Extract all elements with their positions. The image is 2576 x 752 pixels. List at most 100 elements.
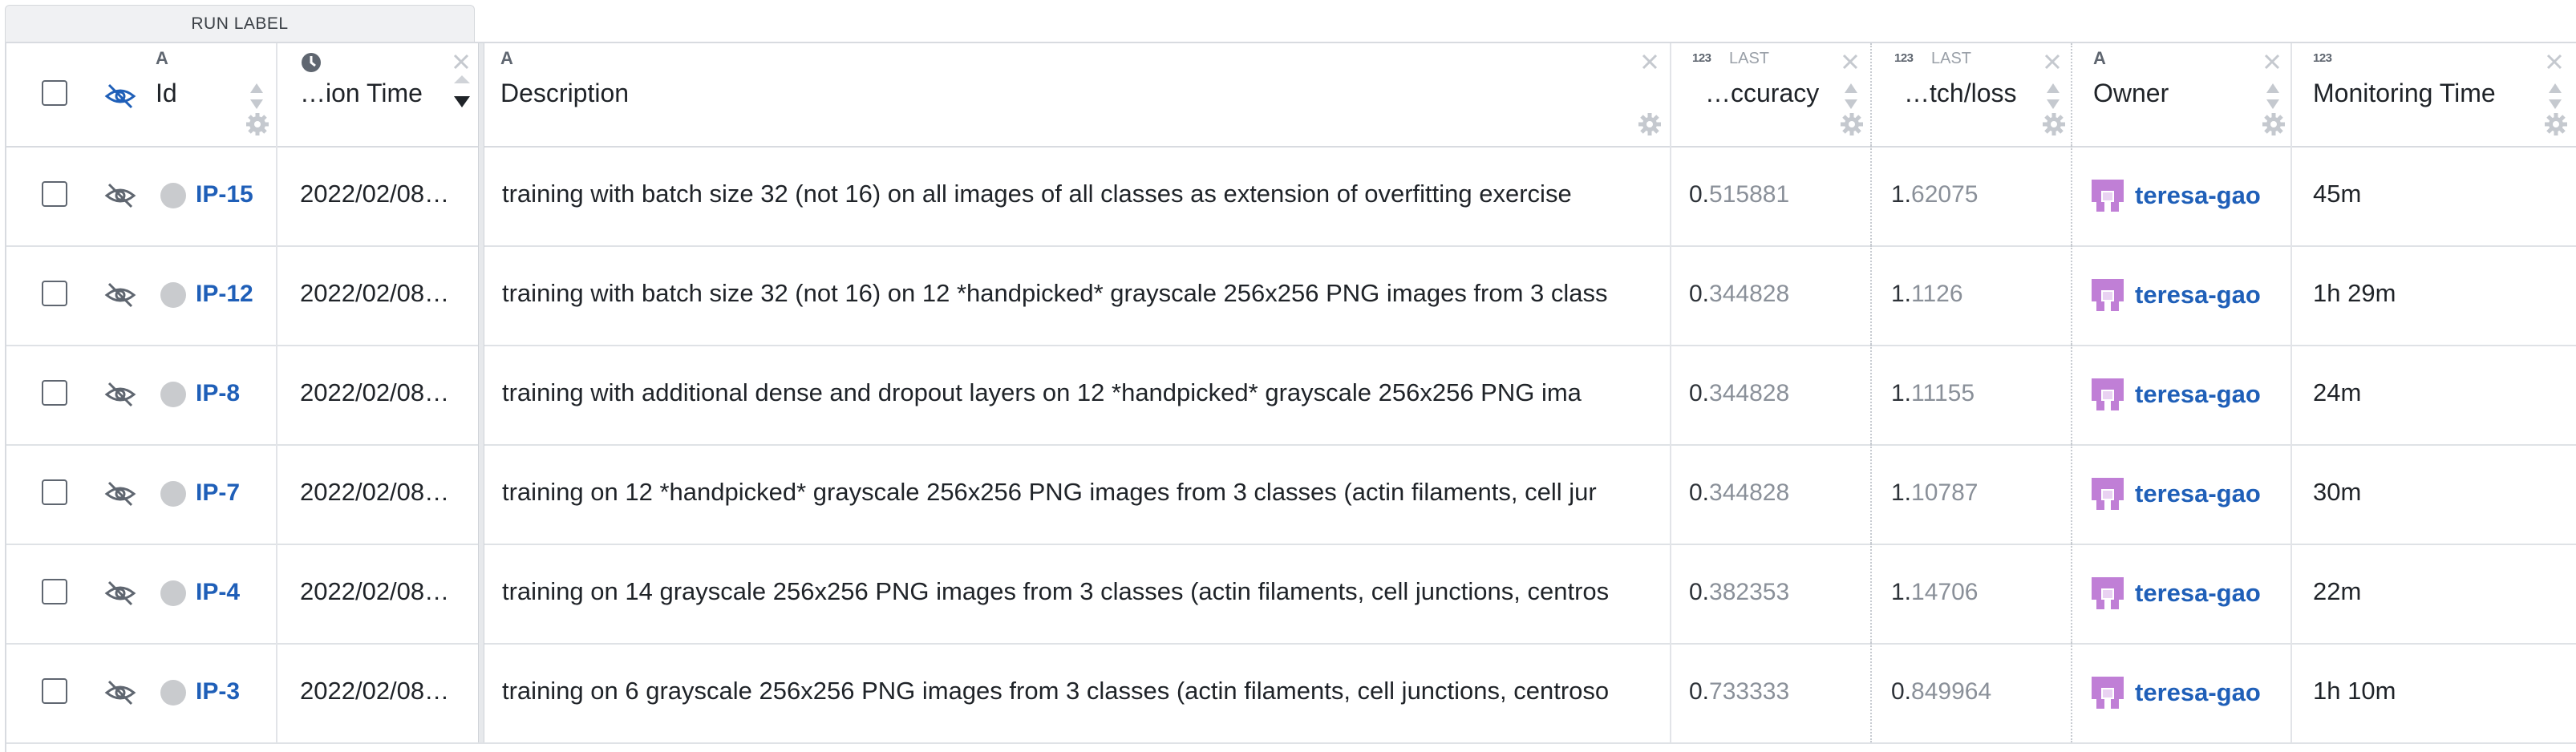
close-column-icon[interactable] [452,53,470,71]
avatar-icon [2092,279,2124,311]
run-id-link[interactable]: IP-4 [196,579,240,606]
gear-icon[interactable] [2544,112,2568,136]
close-column-icon[interactable] [2263,53,2281,71]
column-header-monitoring-time[interactable]: Monitoring Time [2313,79,2496,108]
column-header-accuracy[interactable]: …ccuracy [1705,79,1819,108]
creation-time: 2022/02/08… [300,478,450,506]
sort-arrows-icon[interactable] [2547,82,2563,111]
run-id-link[interactable]: IP-3 [196,678,240,706]
table-row[interactable]: IP-7 2022/02/08… training on 12 *handpic… [6,444,2576,545]
creation-time: 2022/02/08… [300,577,450,605]
column-header-creation-time[interactable]: …ion Time [300,79,423,108]
sort-arrows-icon[interactable] [1843,82,1859,111]
avatar-icon [2092,677,2124,709]
select-all-checkbox[interactable] [42,80,67,106]
close-column-icon[interactable] [1841,53,1859,71]
row-checkbox[interactable] [42,479,67,505]
accuracy-value: 0.344828 [1689,380,1790,406]
batch-loss-value: 0.849964 [1891,678,1992,705]
owner-link[interactable]: teresa-gao [2135,281,2261,309]
accuracy-value: 0.733333 [1689,678,1790,705]
eye-slash-icon[interactable] [104,479,136,508]
table-row[interactable]: IP-3 2022/02/08… training on 6 grayscale… [6,643,2576,744]
avatar-icon [2092,180,2124,212]
gear-icon[interactable] [2042,112,2066,136]
table-header: A Id …ion Time A Description 123 LAST …c… [6,43,2576,148]
gear-icon[interactable] [1638,112,1662,136]
status-dot [160,680,186,706]
creation-time: 2022/02/08… [300,180,450,208]
batch-loss-value: 1.14706 [1891,579,1979,605]
batch-loss-value: 1.10787 [1891,479,1979,506]
row-checkbox[interactable] [42,181,67,207]
table-row[interactable]: IP-4 2022/02/08… training on 14 grayscal… [6,544,2576,645]
close-column-icon[interactable] [2043,53,2061,71]
run-id-link[interactable]: IP-15 [196,181,253,208]
column-header-owner[interactable]: Owner [2093,79,2169,108]
run-description: training with batch size 32 (not 16) on … [502,279,1608,307]
close-column-icon[interactable] [2546,53,2563,71]
monitoring-time: 24m [2313,378,2362,406]
accuracy-value: 0.515881 [1689,181,1790,208]
runs-table: A Id …ion Time A Description 123 LAST …c… [5,42,2576,752]
owner-link[interactable]: teresa-gao [2135,181,2261,210]
avatar-icon [2092,478,2124,510]
batch-loss-value: 1.11155 [1891,380,1975,406]
text-type-icon: A [156,48,168,68]
status-dot [160,580,186,606]
status-dot [160,481,186,507]
table-row[interactable]: IP-8 2022/02/08… training with additiona… [6,345,2576,446]
owner-link[interactable]: teresa-gao [2135,678,2261,707]
row-checkbox[interactable] [42,579,67,604]
monitoring-time: 1h 10m [2313,677,2396,705]
table-row[interactable]: IP-12 2022/02/08… training with batch si… [6,245,2576,346]
row-checkbox[interactable] [42,678,67,704]
text-type-icon: A [500,48,513,68]
eye-slash-icon[interactable] [104,579,136,608]
status-dot [160,382,186,407]
owner-link[interactable]: teresa-gao [2135,380,2261,409]
status-dot [160,282,186,308]
owner-link[interactable]: teresa-gao [2135,579,2261,608]
row-checkbox[interactable] [42,380,67,406]
monitoring-time: 1h 29m [2313,279,2396,307]
accuracy-value: 0.344828 [1689,281,1790,307]
sort-asc-icon[interactable] [452,74,472,85]
eye-slash-icon[interactable] [104,678,136,707]
gear-icon[interactable] [2262,112,2286,136]
numeric-type-icon: 123 [1692,51,1711,65]
run-description: training on 6 grayscale 256x256 PNG imag… [502,677,1610,705]
eye-slash-icon[interactable] [104,380,136,409]
gear-icon[interactable] [245,112,269,136]
run-id-link[interactable]: IP-8 [196,380,240,407]
sort-arrows-icon[interactable] [249,82,265,111]
gear-icon[interactable] [1840,112,1864,136]
run-description: training with batch size 32 (not 16) on … [502,180,1572,208]
column-header-description[interactable]: Description [500,79,629,108]
run-id-link[interactable]: IP-12 [196,281,253,308]
avatar-icon [2092,577,2124,609]
close-column-icon[interactable] [1641,53,1659,71]
eye-slash-icon[interactable] [104,181,136,210]
run-description: training on 12 *handpicked* grayscale 25… [502,478,1597,506]
text-type-icon: A [2093,48,2106,68]
eye-slash-icon[interactable] [104,82,136,111]
monitoring-time: 22m [2313,577,2362,605]
owner-link[interactable]: teresa-gao [2135,479,2261,508]
numeric-type-icon: 123 [2313,51,2332,65]
clock-icon [302,53,321,72]
run-id-link[interactable]: IP-7 [196,479,240,507]
run-label-tab[interactable]: RUN LABEL [5,5,475,42]
sort-desc-icon[interactable] [452,93,472,111]
column-header-batch-loss[interactable]: …tch/loss [1904,79,2016,108]
sort-arrows-icon[interactable] [2265,82,2281,111]
eye-slash-icon[interactable] [104,281,136,309]
accuracy-value: 0.382353 [1689,579,1790,605]
sort-arrows-icon[interactable] [2045,82,2061,111]
row-checkbox[interactable] [42,281,67,306]
avatar-icon [2092,378,2124,410]
column-header-id[interactable]: Id [156,79,177,108]
table-row[interactable]: IP-15 2022/02/08… training with batch si… [6,146,2576,247]
run-description: training with additional dense and dropo… [502,378,1582,406]
last-label: LAST [1729,50,1770,67]
